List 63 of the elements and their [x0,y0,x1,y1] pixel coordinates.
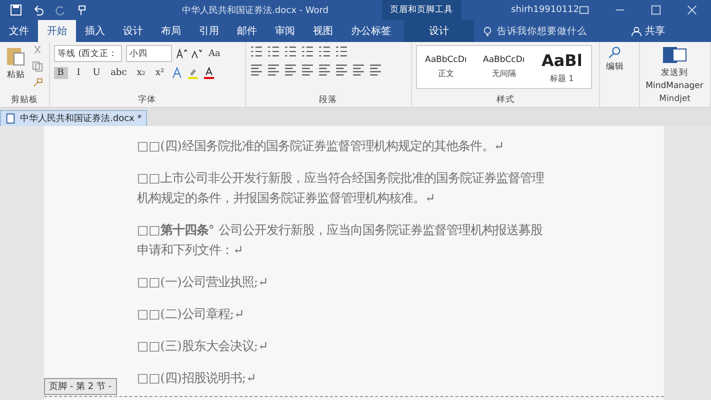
ribbon-tab[interactable]: 设计 [404,20,474,42]
undo-icon[interactable] [32,4,44,16]
format-button[interactable]: x₂ [134,67,148,79]
paragraph: □□(四)经国务院批准的国务院证券监督管理机构规定的其他条件。↵ [137,138,506,155]
group-label: Mindjet [658,94,692,106]
format-button[interactable]: x² [152,67,168,79]
change-case-button[interactable]: Aa [206,48,224,60]
search-field[interactable]: 告诉我你想要做什么 [497,24,587,38]
paragraph: □□(三)股东大会决议;↵ [137,338,270,355]
ribbon-tab[interactable]: 插入 [76,20,114,42]
editing-button[interactable]: 编辑 [604,45,626,107]
text-effects-icon[interactable] [171,67,184,79]
group-label: 剪贴板 [10,94,39,107]
paste-button[interactable]: 粘贴 [4,45,28,94]
window-title: 中华人民共和国证券法.docx - Word [182,4,330,16]
format-button[interactable]: U [90,67,104,79]
search-icon[interactable] [608,45,622,59]
paragraph: □□(一)公司营业执照;↵ [137,274,270,291]
ribbon-tab[interactable]: 视图 [304,20,342,42]
align-left-icon[interactable] [250,63,263,76]
ribbon-display-icon[interactable] [579,5,589,15]
paragraph: □□(二)公司章程;↵ [137,306,246,323]
copy-icon[interactable] [32,61,43,72]
ribbon-tab[interactable]: 审阅 [266,20,304,42]
footer-tag: 页脚 - 第 2 节 - [44,378,117,395]
format-button[interactable]: abc [108,67,130,79]
format-painter-icon[interactable] [32,77,43,88]
group-label: 字体 [137,94,158,107]
font-color-icon[interactable] [203,67,216,79]
paragraph: □□(四)招股说明书;↵ [137,370,258,387]
person-icon[interactable] [631,26,642,36]
shrink-font-icon[interactable] [190,48,202,59]
document-tab[interactable]: 中华人民共和国证券法.docx * [0,110,147,126]
ribbon-tab[interactable]: 办公标签 [342,20,400,42]
mindmanager-icon [662,45,687,65]
close-icon[interactable] [687,5,697,15]
grow-font-icon[interactable] [176,48,187,59]
share-button[interactable]: 共享 [625,20,671,42]
font-name-field[interactable]: 等线 (西文正： [54,45,122,62]
font-size-field[interactable]: 小四 [126,45,172,62]
bullets-icon[interactable] [250,45,263,58]
save-icon[interactable] [10,4,22,16]
format-button[interactable]: I [72,67,86,79]
redo-icon[interactable] [54,4,66,16]
send-to-mindmanager-button[interactable]: 发送到 MindManager [644,45,706,94]
ribbon-tab[interactable]: 设计 [114,20,152,42]
paragraph: □□第十四条° 公司公开发行新股，应当向国务院证券监督管理机构报送募股申请和下列文件：↵ [137,221,544,259]
group-label: 样式 [495,94,516,107]
ribbon-tab[interactable]: 引用 [190,20,228,42]
ribbon-tab[interactable]: 文件 [0,20,38,42]
lightbulb-icon[interactable] [482,26,493,36]
paragraph: □□上市公司非公开发行新股，应当符合经国务院批准的国务院证券监督管理机构规定的条件，并报国务院证券监督管理机构核准。↵ [137,170,546,207]
document-icon[interactable] [5,113,16,124]
ribbon-tab[interactable]: 开始 [38,20,76,42]
ribbon-tab[interactable]: 邮件 [228,20,266,42]
maximize-icon[interactable] [651,5,661,15]
group-label: 段落 [318,94,338,107]
context-label: 页眉和页脚工具 [382,0,462,20]
clipboard-icon [6,45,26,67]
format-button[interactable]: B [54,67,68,79]
ribbon-tab[interactable]: 布局 [152,20,190,42]
cut-icon[interactable] [32,45,43,56]
user-name: shirh19910112 [511,5,579,15]
